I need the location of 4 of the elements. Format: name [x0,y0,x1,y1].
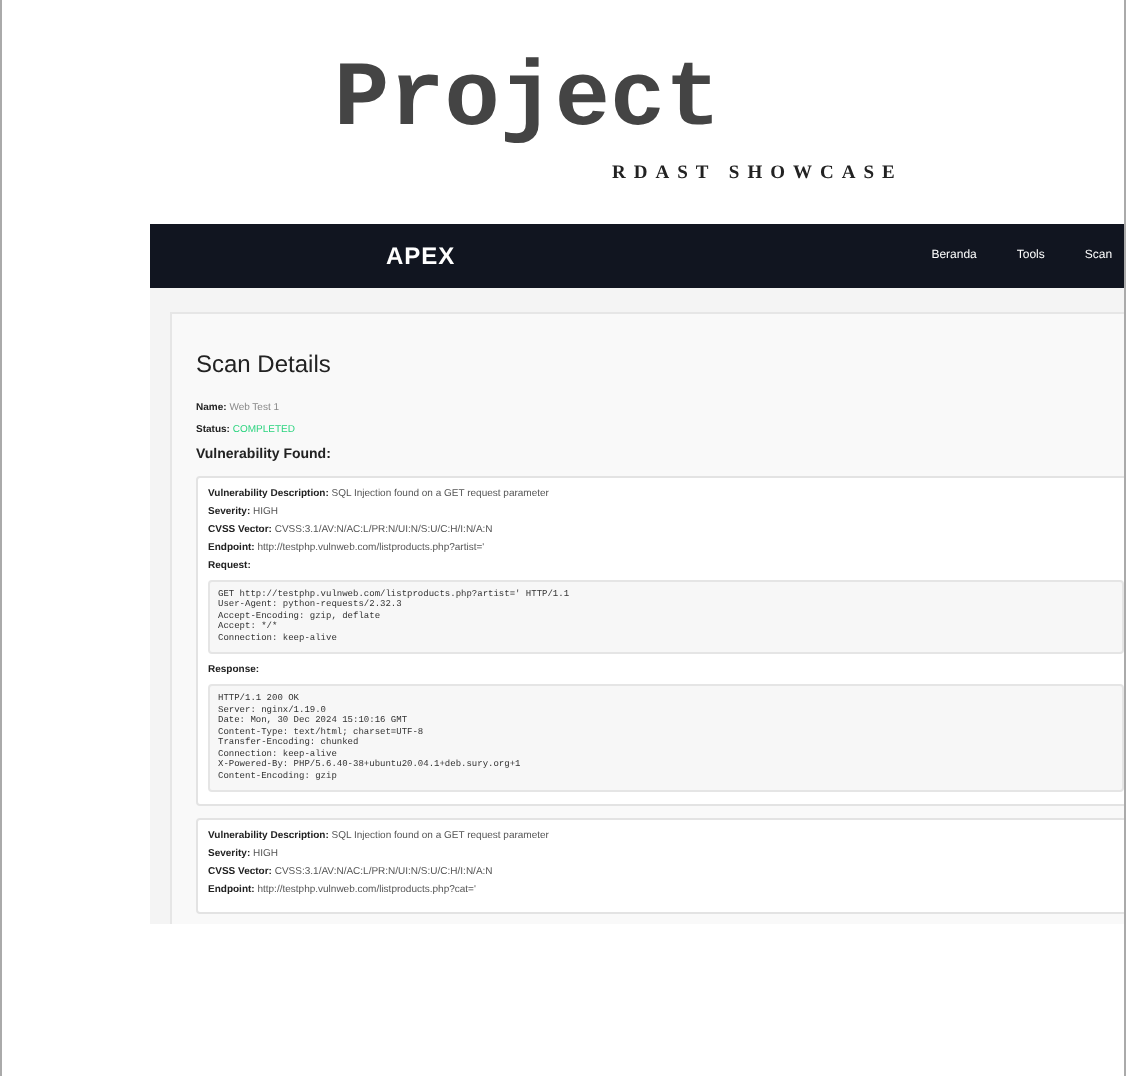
logo: APEX [386,240,456,274]
page-heading: Scan Details [196,348,331,382]
slide-subtitle: RDAST SHOWCASE [612,162,903,188]
slide-title: Project [334,46,721,156]
